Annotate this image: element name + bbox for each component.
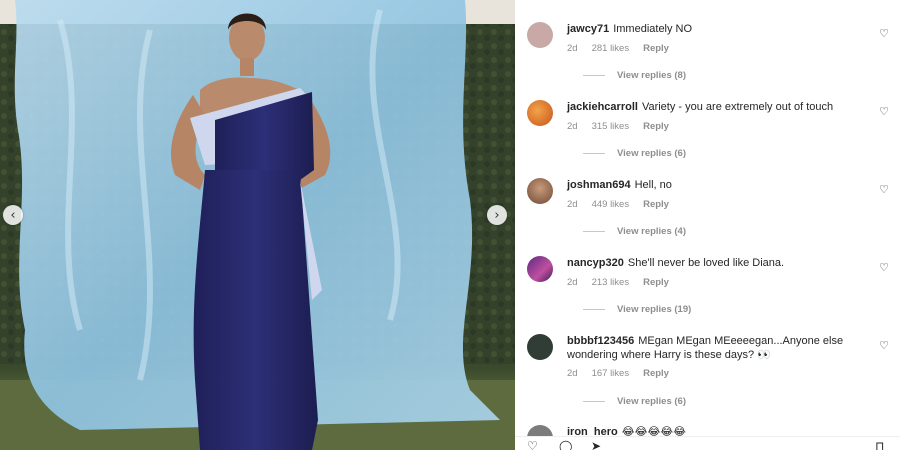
view-replies-label: View replies (6) [617, 148, 686, 159]
next-image-button[interactable]: › [487, 205, 507, 225]
like-heart-icon[interactable]: ♡ [879, 27, 889, 40]
like-icon[interactable]: ♡ [527, 439, 538, 450]
comment-age: 2d [567, 199, 578, 210]
save-icon[interactable]: ⊓ [875, 439, 884, 450]
avatar[interactable] [527, 100, 553, 126]
comment-text: Immediately NO [613, 23, 693, 35]
replies-divider [583, 230, 605, 232]
comment-meta: 2d 167 likes Reply [567, 368, 683, 379]
share-icon[interactable]: ➤ [591, 439, 601, 450]
view-replies-label: View replies (8) [617, 70, 686, 81]
post-media: ‹ › [0, 0, 515, 450]
comment-icon[interactable]: ◯ [559, 439, 572, 450]
like-heart-icon[interactable]: ♡ [879, 183, 889, 196]
view-replies-button[interactable]: View replies (8) [583, 70, 686, 81]
comment-username[interactable]: joshman694 [567, 179, 631, 191]
reply-button[interactable]: Reply [643, 43, 669, 54]
comment-text: Variety - you are extremely out of touch [641, 101, 834, 113]
comment-username[interactable]: jackiehcarroll [567, 101, 638, 113]
view-replies-label: View replies (19) [617, 304, 692, 315]
reply-button[interactable]: Reply [643, 368, 669, 379]
replies-divider [583, 74, 605, 76]
comment-body: joshman694 Hell, no [567, 178, 857, 192]
comment-username[interactable]: jawcy71 [567, 23, 609, 35]
comment-text: She'll never be loved like Diana. [627, 257, 785, 269]
previous-image-button[interactable]: ‹ [3, 205, 23, 225]
avatar[interactable] [527, 22, 553, 48]
comment-age: 2d [567, 277, 578, 288]
comment-meta: 2d 315 likes Reply [567, 121, 683, 132]
view-replies-label: View replies (4) [617, 226, 686, 237]
avatar[interactable] [527, 256, 553, 282]
avatar[interactable] [527, 334, 553, 360]
view-replies-button[interactable]: View replies (4) [583, 226, 686, 237]
replies-divider [583, 152, 605, 154]
comment-meta: 2d 213 likes Reply [567, 277, 683, 288]
reply-button[interactable]: Reply [643, 277, 669, 288]
replies-divider [583, 308, 605, 310]
comment-likes[interactable]: 315 likes [592, 121, 630, 132]
post-photo [0, 0, 515, 450]
view-replies-button[interactable]: View replies (6) [583, 148, 686, 159]
avatar[interactable] [527, 178, 553, 204]
like-heart-icon[interactable]: ♡ [879, 339, 889, 352]
reply-button[interactable]: Reply [643, 121, 669, 132]
comment-meta: 2d 281 likes Reply [567, 43, 683, 54]
action-bar: ♡ ◯ ➤ ⊓ [515, 436, 900, 450]
view-replies-label: View replies (6) [617, 396, 686, 407]
comment-likes[interactable]: 449 likes [592, 199, 630, 210]
comment-age: 2d [567, 368, 578, 379]
comment-body: jawcy71 Immediately NO [567, 22, 857, 36]
view-replies-button[interactable]: View replies (19) [583, 304, 691, 315]
comment-body: jackiehcarroll Variety - you are extremel… [567, 100, 857, 114]
comment-likes[interactable]: 167 likes [592, 368, 630, 379]
comment-likes[interactable]: 213 likes [592, 277, 630, 288]
comment-text: Hell, no [634, 179, 672, 191]
view-replies-button[interactable]: View replies (6) [583, 396, 686, 407]
comment-likes[interactable]: 281 likes [592, 43, 630, 54]
like-heart-icon[interactable]: ♡ [879, 105, 889, 118]
comment-meta: 2d 449 likes Reply [567, 199, 683, 210]
comment-age: 2d [567, 121, 578, 132]
replies-divider [583, 400, 605, 402]
comments-panel: jawcy71 Immediately NO 2d 281 likes Reply ♡… [515, 0, 900, 450]
comment-age: 2d [567, 43, 578, 54]
comment-username[interactable]: nancyp320 [567, 257, 624, 269]
reply-button[interactable]: Reply [643, 199, 669, 210]
like-heart-icon[interactable]: ♡ [879, 261, 889, 274]
comment-username[interactable]: bbbbf123456 [567, 335, 634, 347]
comment-body: nancyp320 She'll never be loved like Dian… [567, 256, 857, 270]
comment-body: bbbbf123456 MEgan MEgan MEeeeegan...Anyon… [567, 334, 857, 362]
